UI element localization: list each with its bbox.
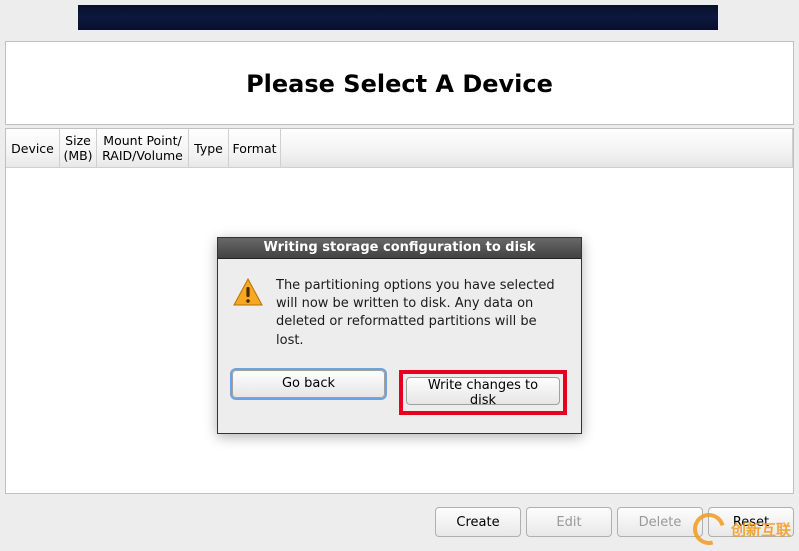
dialog-message: The partitioning options you have select… <box>276 277 567 350</box>
table-header: Device Size (MB) Mount Point/ RAID/Volum… <box>6 129 793 168</box>
delete-button: Delete <box>617 507 703 537</box>
title-panel: Please Select A Device <box>5 41 794 125</box>
column-device[interactable]: Device <box>6 129 60 167</box>
column-format[interactable]: Format <box>229 129 281 167</box>
installer-banner <box>78 5 718 30</box>
go-back-button[interactable]: Go back <box>232 370 385 398</box>
edit-button: Edit <box>526 507 612 537</box>
column-spacer <box>281 129 793 167</box>
warning-icon <box>232 277 264 313</box>
column-type[interactable]: Type <box>189 129 229 167</box>
highlight-box: Write changes to disk <box>399 370 567 415</box>
create-button[interactable]: Create <box>435 507 521 537</box>
column-mount[interactable]: Mount Point/ RAID/Volume <box>97 129 189 167</box>
dialog-buttons: Go back Write changes to disk <box>218 356 581 433</box>
write-changes-button[interactable]: Write changes to disk <box>406 377 560 405</box>
column-size[interactable]: Size (MB) <box>60 129 97 167</box>
footer-buttons: Create Edit Delete Reset <box>435 507 794 537</box>
dialog-body: The partitioning options you have select… <box>218 259 581 356</box>
reset-button[interactable]: Reset <box>708 507 794 537</box>
dialog-title: Writing storage configuration to disk <box>218 238 581 259</box>
page-title: Please Select A Device <box>6 42 793 98</box>
confirm-dialog: Writing storage configuration to disk Th… <box>217 237 582 434</box>
